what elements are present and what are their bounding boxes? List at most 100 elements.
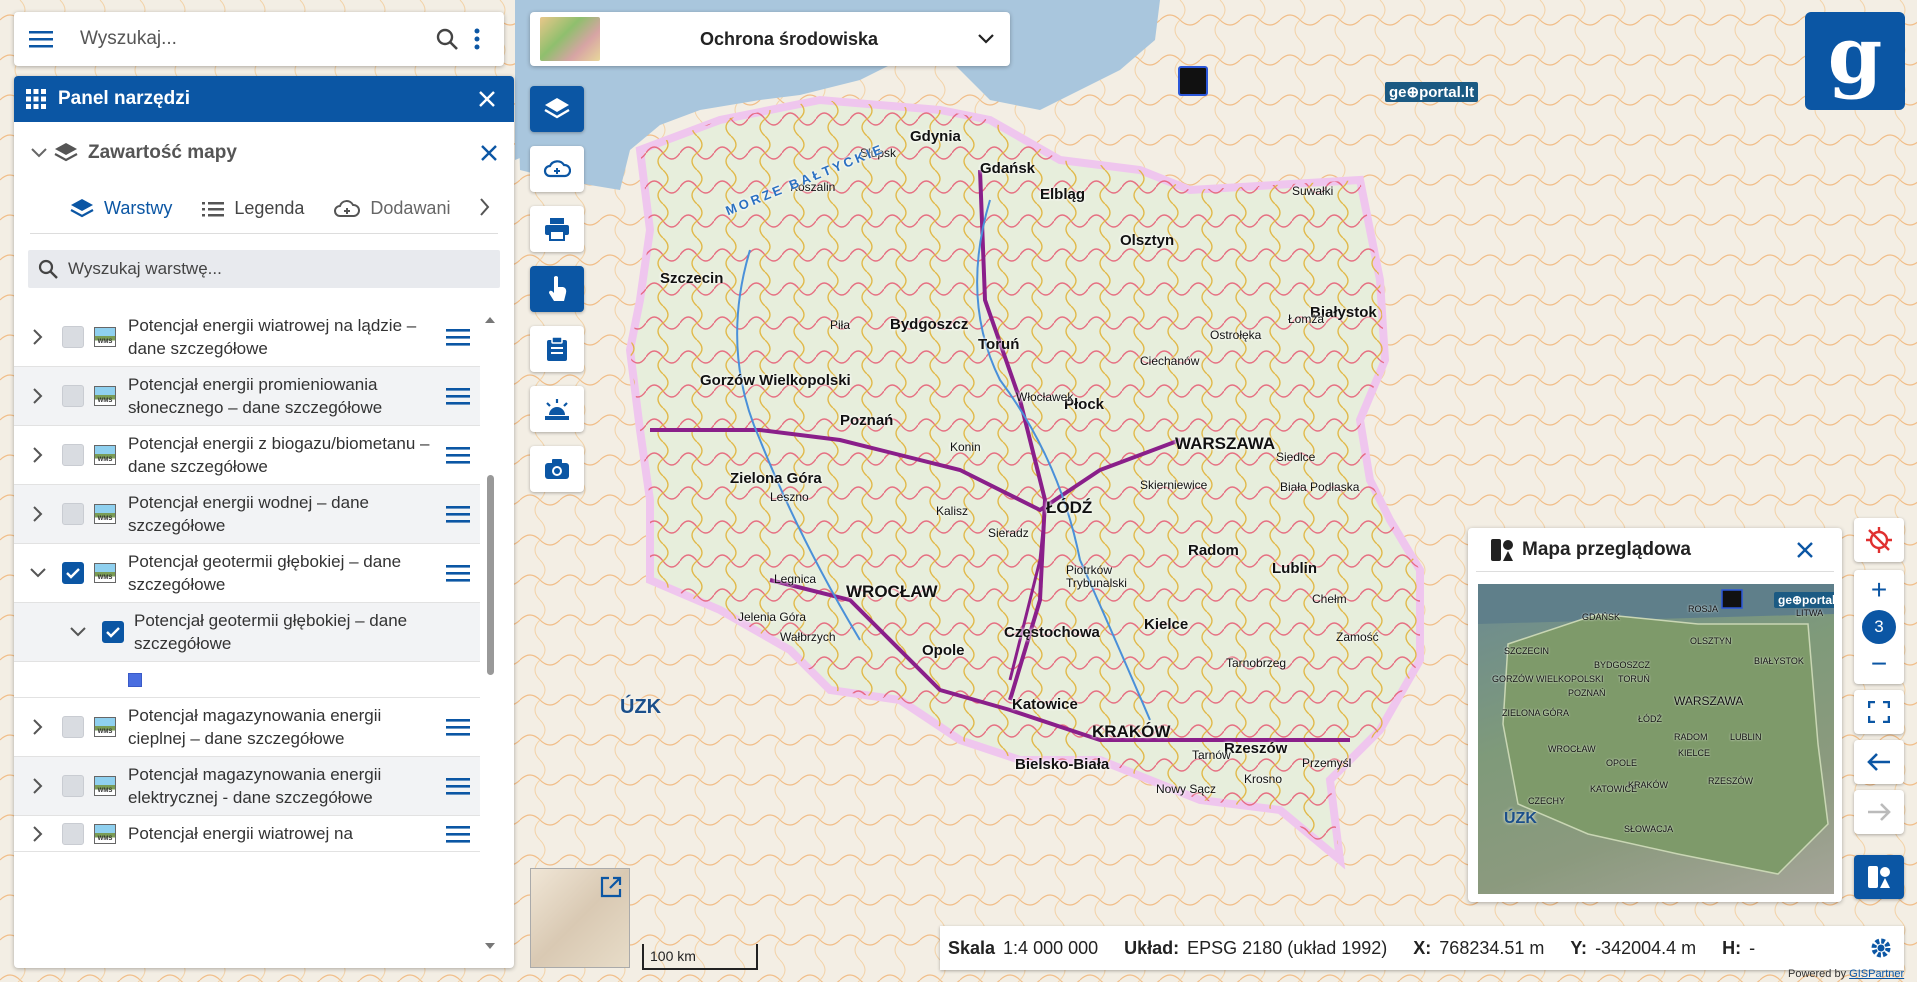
city-label: Piotrków Trybunalski — [1066, 563, 1127, 590]
overview-city-label: GORZÓW WIELKOPOLSKI — [1492, 674, 1604, 684]
layer-options-button[interactable] — [436, 825, 480, 843]
layer-expand-toggle[interactable] — [14, 568, 62, 578]
theme-selector[interactable]: Ochrona środowiska — [530, 12, 1010, 66]
layer-visibility-checkbox[interactable] — [62, 444, 84, 466]
layer-visibility-checkbox[interactable] — [102, 621, 124, 643]
layer-list: WMS Potencjał energii wiatrowej na lądzie… — [14, 308, 480, 958]
powered-by-link[interactable]: GISPartner — [1849, 968, 1904, 980]
layer-visibility-checkbox[interactable] — [62, 503, 84, 525]
collapse-section-button[interactable] — [24, 138, 54, 168]
add-data-tool-button[interactable] — [530, 146, 584, 192]
fullscreen-button[interactable] — [1854, 690, 1904, 734]
zoom-out-button[interactable]: − — [1871, 650, 1887, 678]
layers-tool-button[interactable] — [530, 86, 584, 132]
layer-row: WMS Potencjał energii wodnej – dane szcze… — [14, 485, 480, 544]
city-label: Łomża — [1288, 312, 1325, 326]
geoportal-logo[interactable]: g — [1805, 12, 1905, 110]
scroll-up-icon — [485, 317, 495, 323]
y-coordinate-readout: Y: -342004.4 m — [1570, 937, 1697, 958]
city-label: Rzeszów — [1224, 740, 1288, 757]
checkmark-icon — [66, 568, 80, 579]
hamburger-menu-button[interactable] — [26, 24, 56, 54]
layer-expand-toggle[interactable] — [54, 627, 102, 637]
layer-visibility-checkbox[interactable] — [62, 716, 84, 738]
powered-by: Powered by GISPartner — [1788, 968, 1905, 980]
chevron-down-icon — [70, 627, 86, 637]
layer-visibility-checkbox[interactable] — [62, 385, 84, 407]
layers-icon — [70, 198, 94, 217]
clipboard-tool-button[interactable] — [530, 326, 584, 372]
next-extent-button[interactable] — [1854, 790, 1904, 834]
layer-options-button[interactable] — [436, 446, 480, 464]
map-content-header: Zawartość mapy — [14, 122, 514, 184]
layer-expand-toggle[interactable] — [14, 388, 62, 404]
screenshot-tool-button[interactable] — [530, 446, 584, 492]
close-overview-button[interactable] — [1790, 535, 1820, 565]
geolocation-button[interactable] — [1854, 518, 1904, 562]
overview-map-toggle-button[interactable] — [1854, 855, 1904, 899]
fullscreen-icon — [1868, 701, 1890, 723]
overview-map-title: Mapa przeglądowa — [1522, 538, 1691, 560]
layer-list-scrollbar[interactable] — [484, 310, 496, 950]
tab-legend[interactable]: Legenda — [202, 198, 304, 219]
layer-options-button[interactable] — [436, 718, 480, 736]
layer-expand-toggle[interactable] — [14, 825, 62, 842]
city-label: Kielce — [1144, 616, 1189, 633]
layer-visibility-checkbox[interactable] — [62, 562, 84, 584]
layer-options-button[interactable] — [436, 564, 480, 582]
layer-expand-toggle[interactable] — [14, 506, 62, 522]
search-input[interactable] — [80, 28, 432, 50]
layer-expand-toggle[interactable] — [14, 447, 62, 463]
city-label: Siedlce — [1276, 450, 1316, 464]
city-label: WROCŁAW — [846, 582, 938, 601]
search-button[interactable] — [432, 24, 462, 54]
layer-row: WMS Potencjał energii wiatrowej na — [14, 816, 480, 852]
overview-geoportal-badge: ge⊕portal — [1774, 592, 1834, 608]
overview-city-label: KIELCE — [1678, 748, 1711, 758]
identify-tool-button[interactable] — [530, 266, 584, 312]
layer-expand-toggle[interactable] — [14, 719, 62, 735]
city-label: Kalisz — [936, 504, 969, 518]
close-section-button[interactable] — [474, 138, 504, 168]
basemap-switcher[interactable] — [530, 868, 630, 968]
layer-search-input[interactable] — [68, 259, 490, 279]
overview-map-canvas[interactable]: ge⊕portal ÚZK GDAŃSK OLSZTYN SZCZECIN BYDGO… — [1478, 584, 1834, 894]
layer-visibility-checkbox[interactable] — [62, 326, 84, 348]
zoom-in-button[interactable]: + — [1871, 576, 1887, 604]
layer-options-button[interactable] — [436, 387, 480, 405]
layer-options-button[interactable] — [436, 328, 480, 346]
scrollbar-thumb[interactable] — [487, 475, 494, 675]
layer-options-button[interactable] — [436, 777, 480, 795]
layer-expand-toggle[interactable] — [14, 329, 62, 345]
crs-readout[interactable]: Układ: EPSG 2180 (układ 1992) — [1124, 938, 1387, 959]
city-label: Legnica — [774, 572, 817, 586]
settings-button[interactable] — [1866, 933, 1896, 963]
layer-visibility-checkbox[interactable] — [62, 775, 84, 797]
tab-add-data[interactable]: Dodawani — [334, 198, 450, 219]
city-label: Włocławek — [1016, 390, 1074, 404]
previous-extent-button[interactable] — [1854, 740, 1904, 784]
city-label: Ostrołęka — [1210, 328, 1262, 342]
close-tools-panel-button[interactable] — [472, 84, 502, 114]
chevron-down-icon — [978, 34, 994, 44]
print-tool-button[interactable] — [530, 206, 584, 252]
layer-visibility-checkbox[interactable] — [62, 822, 84, 845]
layer-options-button[interactable] — [436, 505, 480, 523]
map-content-tabs: Warstwy Legenda Dodawani — [30, 184, 498, 234]
city-label: Gorzów Wielkopolski — [700, 372, 851, 389]
city-label: Tarnobrzeg — [1226, 656, 1287, 670]
overview-city-label: LITWA — [1796, 608, 1824, 618]
layer-row: WMS Potencjał magazynowania energii ciepl… — [14, 698, 480, 757]
search-icon — [38, 259, 58, 279]
tab-layers[interactable]: Warstwy — [70, 198, 172, 220]
overview-city-label: LUBLIN — [1730, 732, 1762, 742]
alert-tool-button[interactable] — [530, 386, 584, 432]
more-options-button[interactable] — [462, 24, 492, 54]
layer-name: Potencjał energii z biogazu/biometanu – … — [128, 434, 430, 476]
clipboard-icon — [547, 336, 567, 361]
arrow-left-icon — [1867, 753, 1890, 771]
chevron-right-icon[interactable] — [480, 198, 490, 216]
layer-expand-toggle[interactable] — [14, 778, 62, 794]
cloud-add-icon — [334, 199, 361, 217]
overview-uzk-badge: ÚZK — [1504, 810, 1537, 827]
